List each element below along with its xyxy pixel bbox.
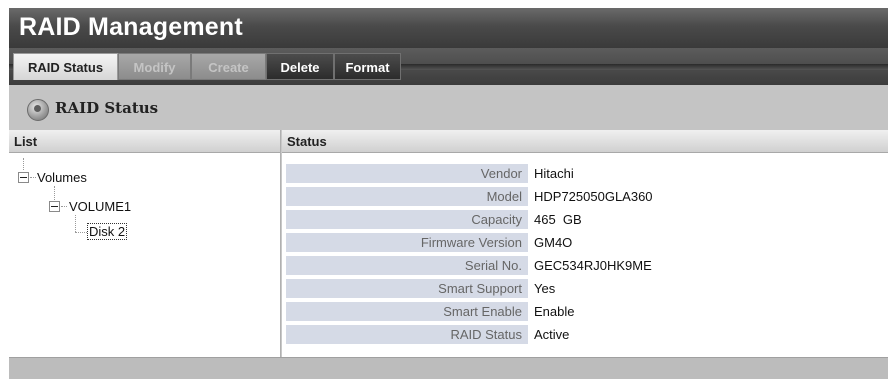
property-value: Yes [534,281,556,296]
table-row: RAID Status Active [286,325,886,344]
section-title: RAID Status [55,99,159,117]
tab-raid-status[interactable]: RAID Status [13,53,118,80]
tree-connector [75,215,76,232]
tree-connector [23,158,24,170]
tree-node-volumes[interactable]: Volumes [37,170,87,185]
property-label: Model [286,187,528,206]
table-row: Firmware Version GM4O [286,233,886,252]
tree-connector [75,232,87,233]
tree-connector [54,186,55,200]
tab-modify: Modify [118,53,191,80]
table-row: Smart Support Yes [286,279,886,298]
disk-icon [27,99,49,121]
collapse-icon[interactable] [49,201,60,212]
tab-format[interactable]: Format [334,53,401,80]
collapse-icon[interactable] [18,172,29,183]
property-label: Capacity [286,210,528,229]
property-value: GEC534RJ0HK9ME [534,258,652,273]
status-panel-header: Status [282,130,888,153]
table-row: Serial No. GEC534RJ0HK9ME [286,256,886,275]
status-table: Vendor Hitachi Model HDP725050GLA360 Cap… [286,160,886,348]
list-panel: List Volumes VOLUME1 Disk 2 [9,130,281,357]
status-panel: Status Vendor Hitachi Model HDP725050GLA… [282,130,888,357]
table-row: Model HDP725050GLA360 [286,187,886,206]
property-label: RAID Status [286,325,528,344]
footer-bar [9,357,888,379]
app-title: RAID Management [19,13,243,41]
tree-node-disk-2[interactable]: Disk 2 [86,223,128,240]
property-label: Vendor [286,164,528,183]
property-label: Smart Support [286,279,528,298]
property-value: HDP725050GLA360 [534,189,653,204]
tree-connector [30,177,36,178]
property-value: Hitachi [534,166,574,181]
raid-management-window: RAID Management RAID Status Modify Creat… [9,8,888,379]
tree-connector [61,206,67,207]
property-label: Serial No. [286,256,528,275]
list-panel-header: List [9,130,280,153]
tab-bar: RAID Status Modify Create Delete Format [9,48,888,85]
property-value: Active [534,327,570,342]
property-value: GM4O [534,235,573,250]
property-value: Enable [534,304,575,319]
tab-delete[interactable]: Delete [266,53,334,80]
property-value: 465 GB [534,212,582,227]
property-label: Firmware Version [286,233,528,252]
property-label: Smart Enable [286,302,528,321]
title-bar: RAID Management [9,8,888,48]
tree-node-volume1[interactable]: VOLUME1 [69,199,131,214]
table-row: Capacity 465 GB [286,210,886,229]
section-header: RAID Status [9,85,888,130]
tab-create: Create [191,53,266,80]
table-row: Vendor Hitachi [286,164,886,183]
table-row: Smart Enable Enable [286,302,886,321]
